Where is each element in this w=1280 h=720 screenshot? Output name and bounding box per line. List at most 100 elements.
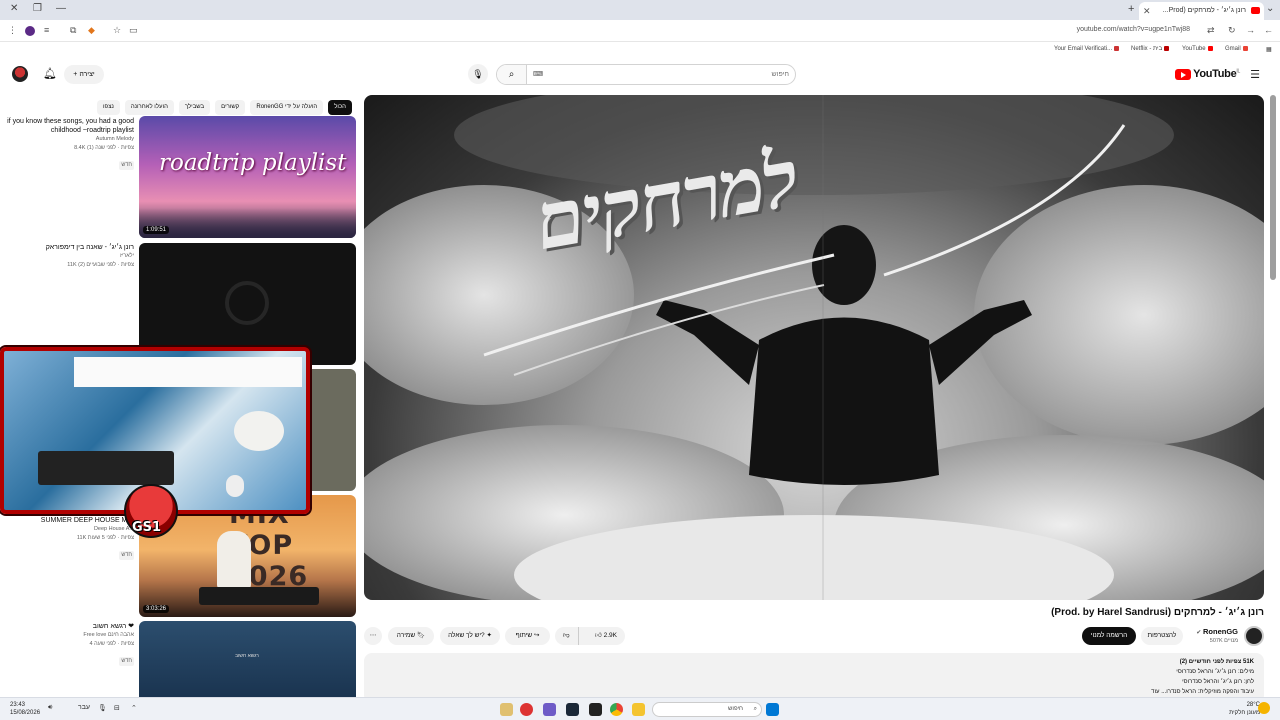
bookmark-gmail[interactable]: Gmail [1225,46,1248,52]
os-taskbar: 23:43 15/08/2026 🔊︎ עבר 🎙︎ ⊟ ⌃ חיפוש ⌕ 2… [0,697,1280,720]
thumbnail-text: רגשא חשוב [235,653,259,659]
new-tab-icon[interactable]: + [1128,3,1134,15]
thumbnail-text: roadtrip playlist [159,150,347,176]
subscriber-count: 507K מנויים [1209,638,1238,644]
site-settings-icon[interactable]: ⇄ [1207,25,1215,36]
app-icon[interactable] [543,703,556,716]
recommendation-meta[interactable]: if you know these songs, you had a good … [0,117,134,171]
channel-name[interactable]: ✔︎ RonenGG [1196,627,1238,636]
search-icon: ⌕ [753,706,757,712]
clock-time: 23:43 [10,702,26,708]
recommendation-channel: Autumn Melody [95,136,134,142]
chip-for-you[interactable]: בשבילך [178,100,211,115]
volume-icon[interactable]: 🔊︎ [48,704,52,712]
chip-all[interactable]: הכול [328,100,352,115]
description-box[interactable]: 51K צפיות לפני חודשיים (2) מילים: רונן ג… [364,653,1264,703]
recommendation-meta[interactable]: SUMMER DEEP HOUSE MIX Deep House A... 11… [0,516,134,561]
tab-youtube[interactable]: רונן ג׳יג׳ - למרחקים (Prod... ✕ [1139,2,1264,20]
logo-region: IL [1236,68,1240,75]
channel-avatar[interactable] [1244,626,1264,646]
chip-recently-uploaded[interactable]: הועלו לאחרונה [124,100,174,115]
tab-title: רונן ג׳יג׳ - למרחקים (Prod... [1162,7,1246,14]
like-dislike-group: 👍︎ 2.9K 👎︎ [555,627,625,645]
recommendation-meta[interactable]: רונן ג׳יג׳ - שאנה בין דימפוראק ילאריז 11… [0,243,134,270]
close-tab-icon[interactable]: ✕ [1143,2,1151,20]
save-button[interactable]: שמירה 🔖︎ [388,627,434,645]
bookmark-email-verification[interactable]: Your Email Verificati... [1054,46,1120,52]
recommendation-meta[interactable]: רגשא חשוב ❤ Free love אהבה חינם 4 צפיות … [0,622,134,667]
more-actions-icon[interactable]: ⋯ [364,627,382,645]
minimize-window-icon[interactable]: — [56,3,66,14]
address-bar: ⋮ ≡ ⧉ ◆ ☆ ▭ youtube.com/watch?v=ugpe1nTw… [0,20,1280,42]
network-icon[interactable]: ⊟ [114,704,120,712]
like-button[interactable]: 👍︎ 2.9K [595,627,617,645]
profile-icon[interactable] [25,26,35,36]
notifications-bell-icon[interactable]: 🔔︎ [43,67,57,80]
ask-button[interactable]: יש לך שאלה? ✦ [440,627,500,645]
forward-icon[interactable]: → [1246,25,1255,35]
back-icon[interactable]: ← [1264,25,1273,35]
extensions-icon[interactable]: ⧉ [70,25,76,36]
description-stats: 51K צפיות לפני חודשיים (2) [1179,659,1254,665]
account-avatar[interactable] [12,66,28,82]
share-icon: ↪ [533,632,540,639]
start-windows-icon[interactable] [766,703,779,716]
new-badge: חדש [119,657,134,666]
join-button[interactable]: להצטרפות [1141,627,1183,645]
chip-related[interactable]: קשורים [215,100,246,115]
recommendation-stats: 8.4K צפיות · לפני שנה (1) [74,145,134,151]
weather-widget[interactable]: 28°C מעונן חלקית [1229,701,1260,717]
youtube-logo[interactable]: YouTubeIL [1175,68,1240,80]
streamer-logo-text: GS1 [132,520,162,535]
video-player[interactable]: למרחקים [364,95,1264,600]
taskbar-search[interactable]: חיפוש ⌕ [652,702,762,717]
search-input[interactable] [533,67,789,82]
menu-dots-icon[interactable]: ⋮ [8,25,17,36]
search-icon[interactable]: ⌕ [497,65,527,84]
metamask-icon[interactable]: ◆ [88,25,95,36]
app-icon[interactable] [589,703,602,716]
page-scrollbar[interactable] [1270,95,1276,280]
subscribe-button[interactable]: הרשמה למנוי [1082,627,1136,645]
bookmark-netflix[interactable]: Netflix - בית [1131,46,1170,52]
reload-icon[interactable]: ↻ [1228,25,1236,36]
restore-window-icon[interactable]: ❐ [33,3,42,14]
app-icon[interactable] [500,703,513,716]
recommendation-channel: ילאריז [120,253,134,259]
steam-icon[interactable] [566,703,579,716]
hamburger-menu-icon[interactable]: ☰ [1250,68,1260,81]
desk-pad [234,411,284,451]
bookmark-star-icon[interactable]: ☆ [113,25,121,36]
weather-desc: מעונן חלקית [1229,710,1260,716]
app-icon[interactable] [520,703,533,716]
microphone-tray-icon[interactable]: 🎙︎ [98,704,107,712]
all-bookmarks-icon[interactable]: ▦ [1266,46,1272,53]
youtube-header: 🔔︎ + יצירה 🎙︎ ⌕ ⌨ YouTubeIL ☰ [0,60,1280,90]
dislike-button[interactable]: 👎︎ [563,627,579,645]
recommendation-thumbnail[interactable]: רגשא חשוב [139,621,356,697]
input-language[interactable]: עבר [78,704,90,711]
recommendation-thumbnail[interactable]: roadtrip playlist 1:09:51 [139,116,356,238]
close-window-icon[interactable]: ✕ [10,3,18,14]
system-clock[interactable]: 23:43 15/08/2026 [10,701,40,717]
chip-uploaded-by[interactable]: הועלה על ידי RonenGG [250,100,324,115]
recommendation-title: SUMMER DEEP HOUSE MIX [40,517,134,524]
url-field[interactable]: youtube.com/watch?v=ugpe1nTwj88 [980,26,1190,33]
file-explorer-icon[interactable] [632,703,645,716]
browser-tab-bar: ✕ ❐ — + רונן ג׳יג׳ - למרחקים (Prod... ✕ … [0,0,1280,20]
chrome-icon[interactable] [610,703,623,716]
share-button[interactable]: שיתוף ↪ [505,627,550,645]
tray-chevron-icon[interactable]: ⌃ [131,704,137,712]
create-button[interactable]: + יצירה [64,65,104,84]
youtube-favicon-icon [1251,7,1260,14]
cast-icon[interactable]: ▭ [129,25,138,36]
reading-list-icon[interactable]: ≡ [44,25,49,35]
search-box: ⌕ ⌨ [496,64,796,85]
chip-watched[interactable]: נצפו [97,100,120,115]
recommendation-stats: 4 צפיות · לפני שעה [89,641,134,647]
new-badge: חדש [119,161,134,170]
recommendation-stats: 11K צפיות · לפני שבועיים (2) [67,262,134,268]
tab-list-chevron-icon[interactable]: ⌄ [1266,3,1274,14]
bookmark-youtube[interactable]: YouTube [1182,46,1213,52]
voice-search-icon[interactable]: 🎙︎ [468,64,488,84]
